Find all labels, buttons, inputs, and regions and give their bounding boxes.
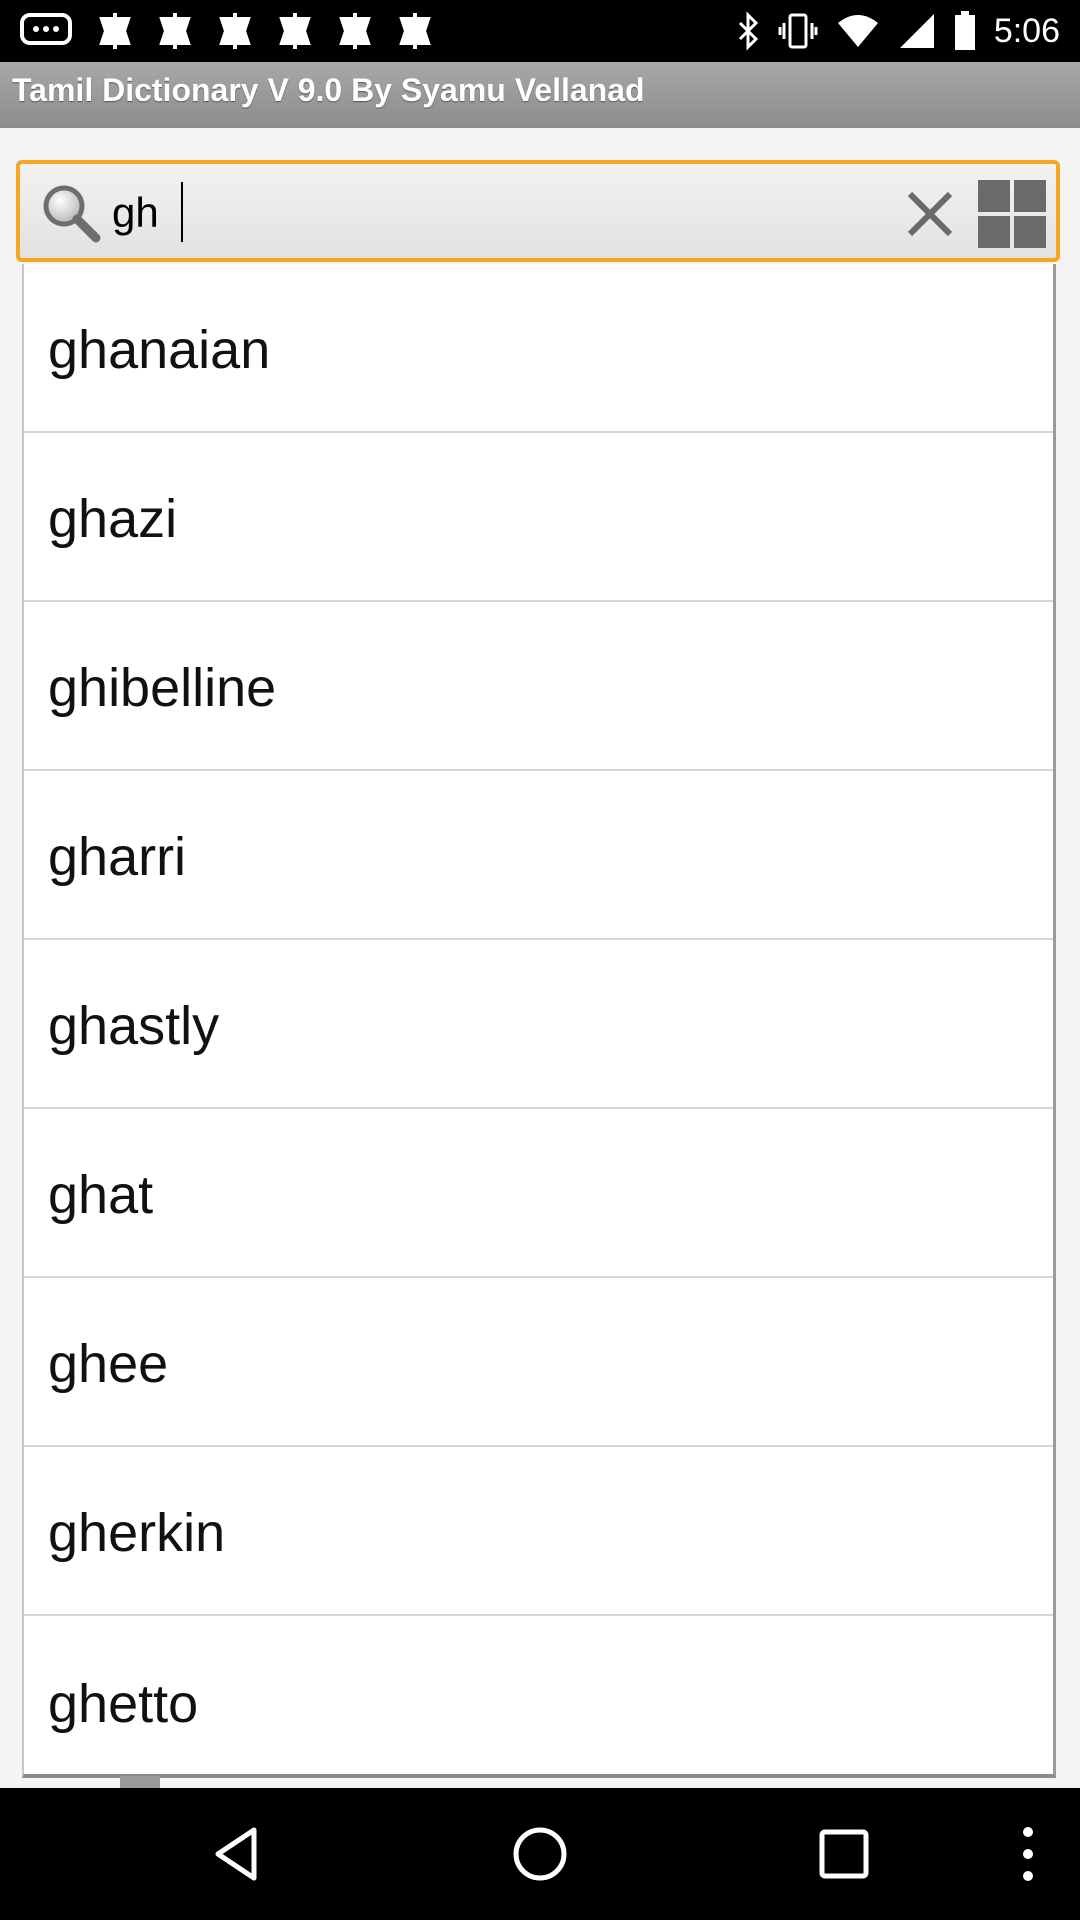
back-icon[interactable] — [206, 1824, 266, 1884]
status-indicators: 5:06 — [736, 8, 1060, 54]
chat-icon — [20, 13, 72, 45]
search-box[interactable] — [16, 160, 1060, 262]
notification-icon — [339, 13, 371, 49]
suggestion-item[interactable]: ghanaian — [24, 264, 1053, 433]
wifi-icon — [837, 15, 878, 47]
system-nav-bar — [0, 1788, 1080, 1920]
status-bar: 5:06 — [0, 0, 1080, 62]
home-icon[interactable] — [510, 1824, 570, 1884]
suggestion-label: ghetto — [48, 1674, 199, 1734]
suggestion-list: ghanaian ghazi ghibelline gharri ghastly… — [22, 264, 1056, 1778]
suggestion-item[interactable]: ghetto — [24, 1616, 1053, 1774]
suggestion-label: gharri — [48, 827, 187, 887]
status-time: 5:06 — [993, 11, 1060, 50]
notification-icon — [159, 13, 191, 49]
battery-icon — [954, 11, 975, 50]
app-title-bar: Tamil Dictionary V 9.0 By Syamu Vellanad — [0, 62, 1080, 128]
suggestion-label: ghibelline — [48, 658, 277, 718]
recent-apps-icon[interactable] — [814, 1824, 874, 1884]
status-notifications — [20, 8, 432, 54]
signal-icon — [899, 14, 934, 48]
suggestion-item[interactable]: ghastly — [24, 940, 1053, 1109]
clear-icon[interactable] — [900, 184, 960, 244]
text-cursor — [181, 182, 183, 242]
suggestion-item[interactable]: gharri — [24, 771, 1053, 940]
menu-icon[interactable] — [1010, 1822, 1046, 1886]
notification-icon — [279, 13, 311, 49]
app-title: Tamil Dictionary V 9.0 By Syamu Vellanad — [12, 72, 645, 108]
suggestion-item[interactable]: ghat — [24, 1109, 1053, 1278]
grid-menu-icon[interactable] — [976, 178, 1048, 250]
suggestion-label: ghanaian — [48, 320, 271, 380]
suggestion-item[interactable]: gherkin — [24, 1447, 1053, 1616]
suggestion-label: ghee — [48, 1334, 169, 1394]
vibrate-icon — [778, 13, 818, 49]
suggestion-label: ghat — [48, 1165, 154, 1225]
notification-icon — [399, 13, 431, 49]
suggestion-label: gherkin — [48, 1503, 226, 1563]
notification-icon — [219, 13, 251, 49]
suggestion-item[interactable]: ghibelline — [24, 602, 1053, 771]
suggestion-label: ghastly — [48, 996, 220, 1056]
search-icon[interactable] — [40, 182, 102, 244]
suggestion-label: ghazi — [48, 489, 178, 549]
suggestion-item[interactable]: ghazi — [24, 433, 1053, 602]
search-input[interactable] — [112, 178, 892, 248]
bluetooth-icon — [738, 11, 758, 51]
notification-icon — [99, 13, 131, 49]
suggestion-item[interactable]: ghee — [24, 1278, 1053, 1447]
